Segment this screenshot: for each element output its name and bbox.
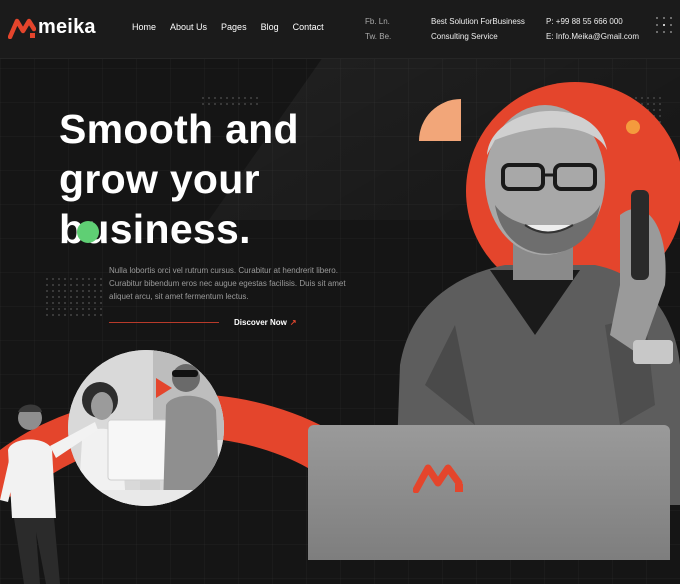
description-line-3: aliquet arcu, sit amet fermentum lectus. [109,292,249,301]
headline-line-2: grow your [59,156,260,202]
hero-headline: Smooth and grow your business. [59,104,379,254]
laptop-logo-icon [413,464,463,493]
logo-text: meika [38,16,96,38]
logo[interactable]: meika [8,16,96,39]
cta-divider [109,322,219,323]
discover-now-button[interactable]: Discover Now ↗ [234,318,297,327]
nav-about[interactable]: About Us [170,22,207,32]
description-line-1: Nulla lobortis orci vel rutrum cursus. C… [109,266,338,275]
social-links: Fb. Ln. Tw. Be. [365,14,391,44]
social-line-2[interactable]: Tw. Be. [365,29,391,44]
green-dot-decoration [77,221,99,243]
logo-mark-icon [8,18,36,39]
site-header: meika Home About Us Pages Blog Contact F… [0,0,680,59]
header-tagline: Best Solution ForBusiness Consulting Ser… [431,14,525,44]
nav-contact[interactable]: Contact [293,22,324,32]
dot-pattern [44,276,104,316]
main-nav: Home About Us Pages Blog Contact [132,22,324,32]
social-line-1[interactable]: Fb. Ln. [365,14,391,29]
contact-email[interactable]: E: Info.Meika@Gmail.com [546,29,639,44]
tagline-line-1: Best Solution ForBusiness [431,17,525,26]
contact-phone[interactable]: P: +99 88 55 666 000 [546,14,639,29]
headline-line-1: Smooth and [59,106,299,152]
description-line-2: Curabitur bibendum eros nec augue egesta… [109,279,346,288]
headline-line-3: business. [59,206,251,252]
hero-description: Nulla lobortis orci vel rutrum cursus. C… [109,264,361,303]
nav-blog[interactable]: Blog [261,22,279,32]
laptop [308,425,670,560]
running-man-photo [0,404,98,584]
header-contact: P: +99 88 55 666 000 E: Info.Meika@Gmail… [546,14,639,44]
nav-pages[interactable]: Pages [221,22,247,32]
arrow-up-right-icon: ↗ [289,318,297,327]
cta-label: Discover Now [234,318,287,327]
nav-home[interactable]: Home [132,22,156,32]
tagline-line-2: Consulting Service [431,32,498,41]
grid-menu-icon[interactable] [656,17,674,35]
